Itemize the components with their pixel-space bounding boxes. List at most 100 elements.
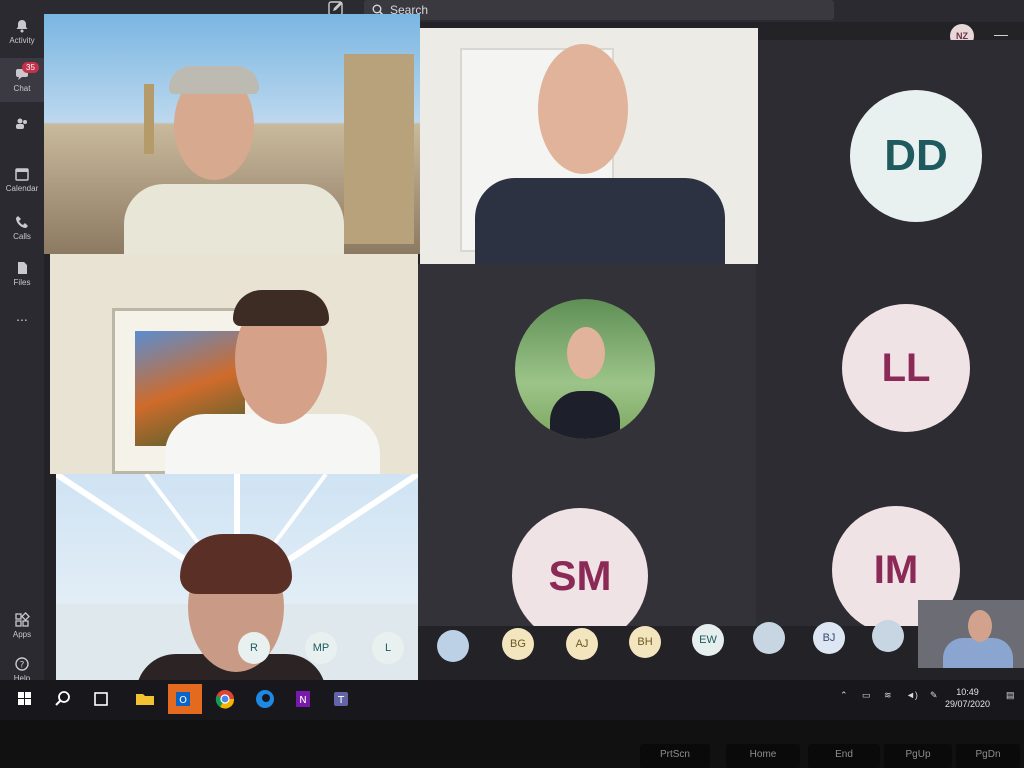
onenote-icon[interactable]: N	[288, 684, 318, 714]
participant-body	[124, 184, 344, 254]
notifications-icon[interactable]: ▤	[1006, 690, 1015, 701]
roster-avatar-bg[interactable]: BG	[502, 628, 534, 660]
roster-avatar-l[interactable]: L	[372, 632, 404, 664]
teams-meeting-window: Activity 35 Chat Calendar Calls Files ..…	[0, 0, 1024, 700]
initials-dd: DD	[884, 131, 948, 180]
windows-icon[interactable]	[10, 684, 40, 714]
rail-label-apps: Apps	[12, 630, 32, 639]
file-explorer-icon[interactable]	[130, 684, 160, 714]
roster-initials-ew: EW	[699, 634, 717, 646]
volume-icon[interactable]: ◄)	[906, 690, 918, 700]
pen-icon[interactable]: ✎	[930, 690, 938, 701]
roster-initials-r: R	[250, 642, 258, 654]
search-icon[interactable]	[48, 684, 78, 714]
participant-head	[567, 327, 605, 379]
chat-badge: 35	[22, 62, 39, 73]
svg-text:N: N	[299, 695, 306, 706]
participant-hair	[180, 534, 292, 594]
initials-sm: SM	[548, 552, 612, 599]
key-prtscn: PrtScn	[640, 744, 710, 768]
rail-item-calendar[interactable]: Calendar	[0, 158, 44, 202]
avatar-sm: SM	[512, 508, 648, 626]
teams-icon	[16, 118, 27, 129]
participant-tile-ll[interactable]: LL	[756, 264, 1024, 476]
key-pgup: PgUp	[884, 744, 952, 768]
rail-item-files[interactable]: Files	[0, 252, 44, 296]
rail-item-more[interactable]: ...	[0, 306, 44, 350]
participant-tile-sm[interactable]: SM	[418, 476, 756, 626]
svg-text:O: O	[179, 695, 187, 706]
teams-icon[interactable]: T	[326, 684, 356, 714]
video-tile-westminster[interactable]	[44, 14, 420, 254]
clock-date: 29/07/2020	[945, 699, 991, 709]
rail-item-activity[interactable]: Activity	[0, 10, 44, 54]
roster-initials-l: L	[384, 642, 392, 654]
tower-background	[144, 84, 154, 154]
participant-body	[550, 391, 620, 439]
participant-tile-photo[interactable]	[418, 264, 756, 476]
rail-item-chat[interactable]: 35 Chat	[0, 58, 44, 102]
search-input[interactable]: Search	[364, 0, 834, 20]
outlook-icon[interactable]: O	[168, 684, 202, 714]
participant-hair	[233, 290, 329, 326]
avatar-dd: DD	[850, 90, 982, 222]
roster-avatar-ew[interactable]: EW	[692, 624, 724, 656]
roster-initials-mp: MP	[312, 642, 330, 654]
key-label-end: End	[835, 749, 853, 760]
roster-initials-aj: AJ	[575, 638, 589, 650]
roster-avatar-aj[interactable]: AJ	[566, 628, 598, 660]
rail-label-files: Files	[13, 278, 31, 287]
participant-body	[475, 178, 725, 264]
self-body	[943, 638, 1013, 668]
key-label-home: Home	[749, 749, 777, 760]
roster-initials-bh: BH	[637, 636, 653, 648]
roster-initials-bg: BG	[510, 638, 526, 650]
roster-avatar-photo-2[interactable]	[753, 622, 785, 654]
participant-avatar-photo	[515, 299, 655, 439]
roster-avatar-photo-1[interactable]	[437, 630, 469, 662]
roster-avatar-bj[interactable]: BJ	[813, 622, 845, 654]
tray-chevron-up-icon[interactable]: ⌃	[840, 690, 848, 701]
initials-ll: LL	[881, 346, 931, 390]
abbey-background	[344, 54, 414, 244]
svg-text:?: ?	[20, 661, 25, 671]
key-pgdn: PgDn	[956, 744, 1020, 768]
apps-icon	[15, 612, 30, 627]
wifi-icon[interactable]: ≋	[884, 690, 892, 701]
key-label-prtscn: PrtScn	[659, 749, 690, 760]
clock-time: 10:49	[956, 687, 979, 697]
rail-item-calls[interactable]: Calls	[0, 206, 44, 250]
key-label-pgup: PgUp	[905, 749, 931, 760]
rail-item-teams[interactable]	[0, 108, 44, 152]
self-view-video[interactable]	[918, 600, 1024, 668]
file-icon	[18, 262, 27, 274]
participant-tile-dd[interactable]: DD	[758, 40, 1024, 264]
self-head	[968, 610, 992, 642]
key-label-pgdn: PgDn	[975, 749, 1001, 760]
video-tile-office[interactable]	[420, 28, 758, 264]
rail-label-activity: Activity	[9, 36, 35, 45]
key-home: Home	[726, 744, 800, 768]
participant-head	[538, 44, 628, 174]
participant-hair	[169, 66, 259, 94]
roster-avatar-r[interactable]: R	[238, 632, 270, 664]
chrome-icon[interactable]	[210, 684, 240, 714]
more-icon: ...	[16, 308, 28, 324]
roster-avatar-photo-3[interactable]	[872, 620, 904, 652]
help-icon: ?	[15, 657, 29, 671]
edge-icon[interactable]	[250, 684, 280, 714]
phone-icon	[16, 216, 28, 228]
video-tile-conservatory[interactable]	[56, 474, 418, 684]
avatar-ll: LL	[842, 304, 970, 432]
rail-label-chat: Chat	[13, 84, 31, 93]
task-view-icon[interactable]	[86, 684, 116, 714]
battery-icon[interactable]: ▭	[862, 690, 871, 701]
roster-avatar-bh[interactable]: BH	[629, 626, 661, 658]
taskbar-clock[interactable]: 10:49 29/07/2020	[945, 686, 990, 710]
rail-item-apps[interactable]: Apps	[0, 604, 44, 648]
calendar-icon	[15, 168, 29, 181]
roster-avatar-mp[interactable]: MP	[305, 632, 337, 664]
key-end: End	[808, 744, 880, 768]
video-tile-painting[interactable]	[50, 254, 418, 474]
initials-im: IM	[873, 548, 919, 592]
